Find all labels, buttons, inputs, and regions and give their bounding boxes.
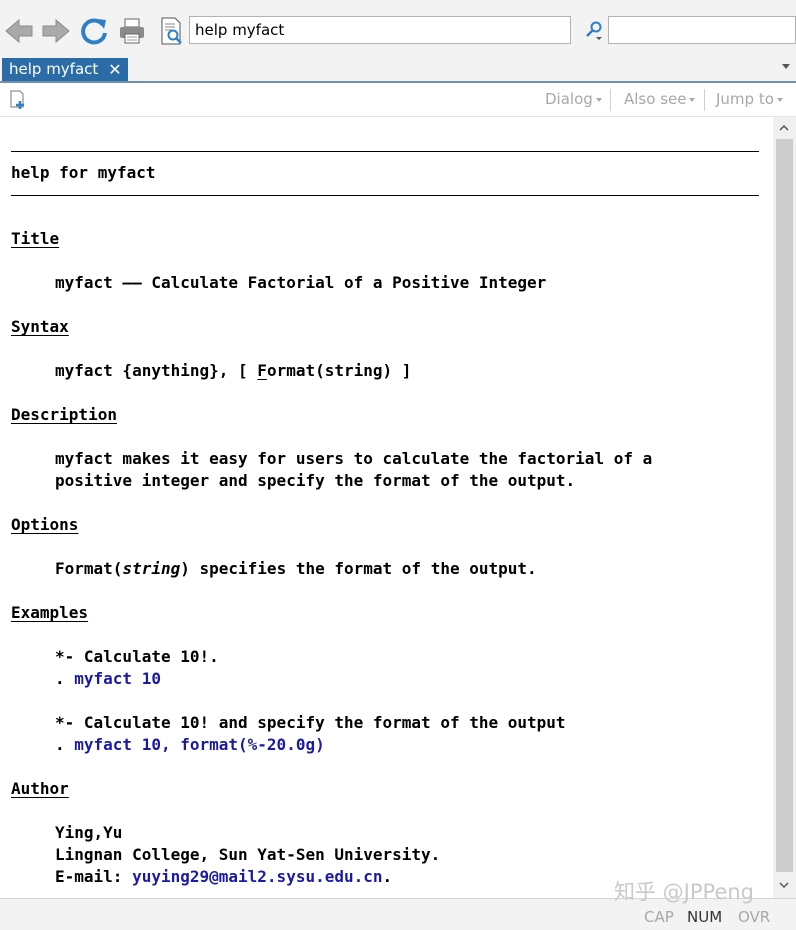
tab-strip: help myfact ✕	[0, 58, 796, 83]
chevron-down-icon[interactable]	[782, 64, 790, 69]
example-1-dot: .	[55, 669, 75, 688]
example-1-link[interactable]: myfact 10	[74, 669, 161, 688]
new-viewer-icon[interactable]	[8, 90, 28, 110]
scroll-up-icon[interactable]	[779, 123, 789, 133]
author-email-line: E-mail: yuying29@mail2.sysu.edu.cn.	[55, 866, 392, 888]
jump-to-caret-icon	[776, 97, 783, 102]
status-num: NUM	[687, 908, 723, 926]
search-icon[interactable]	[584, 20, 604, 40]
example-2-link[interactable]: myfact 10, format(%-20.0g)	[74, 735, 324, 754]
syntax-abbrev: F	[257, 361, 267, 380]
title-heading: Title	[11, 229, 60, 248]
title-command: myfact	[55, 273, 113, 292]
search-field[interactable]	[608, 16, 796, 44]
title-dash: ——	[112, 273, 152, 292]
back-arrow-icon	[5, 18, 33, 44]
also-see-caret-icon	[689, 97, 696, 102]
document-search-icon	[161, 17, 182, 45]
watermark: 知乎 @JPPeng	[614, 880, 755, 904]
help-header: help for myfact	[11, 163, 156, 182]
options-heading: Options	[11, 515, 79, 534]
example-2-dot: .	[55, 735, 75, 754]
print-button[interactable]	[115, 14, 149, 48]
viewer-toolbar: Dialog Also see Jump to	[0, 83, 796, 117]
print-icon	[120, 18, 144, 44]
also-see-menu-label: Also see	[624, 90, 687, 108]
dialog-caret-icon	[595, 97, 602, 102]
divider	[610, 89, 611, 111]
back-button[interactable]	[2, 14, 36, 48]
tab-label: help myfact	[9, 60, 99, 78]
refresh-icon	[81, 18, 107, 45]
viewer-search-button[interactable]	[154, 14, 188, 48]
help-content: help for myfact Title myfact —— Calculat…	[0, 117, 773, 898]
author-affiliation: Lingnan College, Sun Yat-Sen University.	[55, 845, 441, 864]
title-line: myfact —— Calculate Factorial of a Posit…	[55, 272, 546, 294]
example-1-comment: *- Calculate 10!.	[55, 647, 219, 666]
syntax-pre: myfact {anything}, [	[55, 361, 258, 380]
syntax-heading: Syntax	[11, 317, 69, 336]
syntax-line: myfact {anything}, [ Format(string) ]	[55, 360, 411, 382]
divider	[704, 89, 705, 111]
tab-help-myfact[interactable]: help myfact ✕	[2, 58, 128, 81]
author-name: Ying,Yu	[55, 823, 123, 842]
title-text: Calculate Factorial of a Positive Intege…	[151, 273, 547, 292]
syntax-post: ormat(string) ]	[266, 361, 412, 380]
dialog-menu-label: Dialog	[545, 90, 593, 108]
email-period: .	[382, 867, 393, 886]
example-1-line: . myfact 10	[55, 668, 161, 690]
also-see-menu[interactable]: Also see	[624, 83, 696, 116]
main-toolbar: help myfact	[0, 0, 796, 59]
description-heading: Description	[11, 405, 117, 424]
options-post: ) specifies the format of the output.	[180, 559, 537, 578]
status-cap: CAP	[644, 908, 674, 926]
description-line-1: myfact makes it easy for users to calcul…	[55, 449, 653, 468]
header-rule-bottom	[11, 195, 759, 196]
jump-to-menu-label: Jump to	[716, 90, 774, 108]
scrollbar-thumb[interactable]	[776, 139, 793, 872]
forward-arrow-icon	[42, 18, 70, 44]
example-2-line: . myfact 10, format(%-20.0g)	[55, 734, 325, 756]
forward-button[interactable]	[39, 14, 73, 48]
scroll-down-icon[interactable]	[779, 880, 789, 890]
email-link[interactable]: yuying29@mail2.sysu.edu.cn	[132, 867, 382, 886]
options-pre: Format(	[55, 559, 123, 578]
options-italic: string	[122, 559, 181, 578]
dialog-menu[interactable]: Dialog	[545, 83, 602, 116]
author-heading: Author	[11, 779, 69, 798]
description-line-2: positive integer and specify the format …	[55, 471, 576, 490]
email-label: E-mail:	[55, 867, 133, 886]
options-line: Format(string) specifies the format of t…	[55, 558, 537, 580]
vertical-scrollbar[interactable]	[773, 117, 796, 898]
jump-to-menu[interactable]: Jump to	[716, 83, 783, 116]
refresh-button[interactable]	[77, 14, 111, 48]
command-input[interactable]: help myfact	[189, 16, 571, 44]
close-tab-icon[interactable]: ✕	[108, 58, 121, 81]
status-ovr: OVR	[738, 908, 771, 926]
example-2-comment: *- Calculate 10! and specify the format …	[55, 713, 566, 732]
header-rule-top	[11, 151, 759, 152]
examples-heading: Examples	[11, 603, 89, 622]
